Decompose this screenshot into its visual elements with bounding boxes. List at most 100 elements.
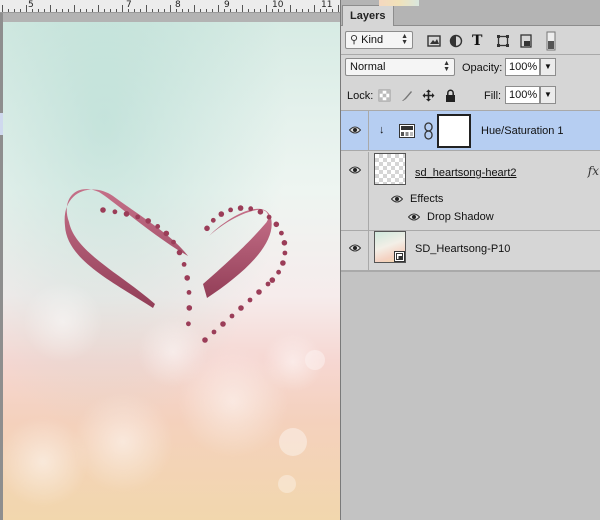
fill-label: Fill: xyxy=(484,90,502,102)
ruler-tick xyxy=(62,9,63,12)
eye-icon[interactable] xyxy=(349,126,361,134)
filter-kind-select[interactable]: ⚲ Kind ▲ ▼ xyxy=(345,31,413,49)
ruler-tick xyxy=(8,9,9,12)
layer-thumbnail[interactable] xyxy=(374,231,406,263)
ruler-tick xyxy=(50,5,51,12)
ruler-tick xyxy=(110,9,111,12)
heart-dot xyxy=(266,214,272,220)
shape-filter-icon[interactable] xyxy=(496,34,510,48)
lock-label: Lock: xyxy=(347,90,374,102)
ruler-tick xyxy=(38,9,39,12)
fx-icon[interactable]: fx xyxy=(588,164,599,178)
ruler-tick xyxy=(242,5,243,12)
heart-dot xyxy=(145,218,151,224)
heart-dot xyxy=(237,205,244,211)
heart-dot xyxy=(186,290,192,295)
effects-label: Effects xyxy=(410,193,444,205)
heart-dot xyxy=(123,211,130,217)
layer-row-paper[interactable]: SD_Heartsong-P10 xyxy=(341,231,600,271)
layer-mask-thumbnail[interactable] xyxy=(437,114,471,148)
ruler-tick xyxy=(338,5,339,12)
lock-all-icon[interactable] xyxy=(444,89,457,102)
opacity-dropdown-button[interactable]: ▼ xyxy=(540,58,556,76)
ruler-tick xyxy=(158,9,159,12)
ruler-tick xyxy=(332,9,333,12)
divider xyxy=(341,54,600,55)
adjustment-filter-icon[interactable] xyxy=(449,34,463,48)
horizontal-ruler: 5 7 8 9 10 11 xyxy=(0,0,340,13)
eye-icon[interactable] xyxy=(408,213,420,221)
layer-name[interactable]: Hue/Saturation 1 xyxy=(481,125,564,137)
layer-row-hue-saturation[interactable]: ↓ Hue/Saturation 1 xyxy=(341,111,600,151)
ruler-tick xyxy=(314,5,315,12)
adjustment-layer-icon xyxy=(399,124,415,138)
layer-name[interactable]: sd_heartsong-heart2 xyxy=(415,167,517,179)
opacity-input[interactable]: 100% xyxy=(505,58,540,76)
ruler-tick xyxy=(68,9,69,12)
filter-toggle-switch[interactable] xyxy=(546,31,556,51)
ruler-tick xyxy=(266,5,267,12)
ruler-tick xyxy=(194,5,195,12)
ruler-tick xyxy=(98,5,99,12)
ruler-tick xyxy=(116,9,117,12)
ruler-tick xyxy=(104,9,105,12)
ruler-tick xyxy=(272,9,273,12)
heart-dot xyxy=(276,269,281,275)
empty-layers-area[interactable] xyxy=(341,272,600,520)
document-canvas-area[interactable]: 5 7 8 9 10 11 xyxy=(0,0,340,520)
lock-image-pixels-icon[interactable] xyxy=(400,89,413,102)
eye-icon[interactable] xyxy=(349,244,361,252)
ruler-tick xyxy=(176,9,177,12)
ruler-tick xyxy=(146,5,147,12)
fill-dropdown-button[interactable]: ▼ xyxy=(540,86,556,104)
fill-input[interactable]: 100% xyxy=(505,86,540,104)
eye-icon[interactable] xyxy=(349,166,361,174)
clipping-mask-arrow-icon: ↓ xyxy=(379,124,385,136)
image-filter-icon[interactable] xyxy=(427,34,441,48)
heart-dot xyxy=(218,211,225,217)
effect-drop-shadow[interactable]: Drop Shadow xyxy=(427,211,494,223)
ruler-tick xyxy=(26,5,27,12)
ruler-tick xyxy=(134,9,135,12)
visibility-column xyxy=(341,231,369,270)
ruler-tick xyxy=(128,9,129,12)
smart-object-badge-icon xyxy=(394,251,405,262)
layers-panel: Layers ⚲ Kind ▲ ▼ T Normal ▲ ▼ Opacity: 10… xyxy=(340,0,600,520)
link-chain-icon[interactable] xyxy=(424,122,433,140)
ruler-tick xyxy=(188,9,189,12)
heart-dot xyxy=(280,260,286,266)
lock-position-icon[interactable] xyxy=(422,89,435,102)
smart-object-filter-icon[interactable] xyxy=(519,34,533,48)
ruler-tick xyxy=(86,9,87,12)
blend-mode-value: Normal xyxy=(350,61,386,73)
heart-dot xyxy=(256,289,262,295)
heart-dot xyxy=(229,313,235,319)
canvas-pasteboard xyxy=(3,13,340,22)
ruler-tick xyxy=(80,9,81,12)
heart-dot xyxy=(186,321,191,327)
ruler-tick xyxy=(32,9,33,12)
heart-dot xyxy=(238,305,244,311)
layer-name[interactable]: SD_Heartsong-P10 xyxy=(415,243,510,255)
document-image[interactable] xyxy=(3,22,340,520)
heart-dot xyxy=(112,209,118,215)
heart-dot xyxy=(204,225,210,232)
heart-dot xyxy=(181,262,187,267)
ruler-tick xyxy=(218,5,219,12)
ruler-tick xyxy=(170,5,171,12)
ruler-tick xyxy=(122,5,123,12)
eye-icon[interactable] xyxy=(391,195,403,203)
ruler-tick xyxy=(302,9,303,12)
layer-thumbnail[interactable] xyxy=(374,153,406,185)
ruler-tick xyxy=(92,9,93,12)
tab-layers[interactable]: Layers xyxy=(342,5,395,26)
ruler-tick xyxy=(44,9,45,12)
type-filter-icon[interactable]: T xyxy=(472,34,486,48)
search-icon: ⚲ xyxy=(350,34,359,46)
layer-row-heart[interactable]: sd_heartsong-heart2 fx Effects Drop Shad… xyxy=(341,152,600,230)
lock-transparency-icon[interactable] xyxy=(378,89,391,102)
blend-mode-select[interactable]: Normal ▲ ▼ xyxy=(345,58,455,76)
heart-dot xyxy=(269,277,276,283)
ruler-tick xyxy=(2,5,3,12)
heart-dot xyxy=(176,249,183,256)
